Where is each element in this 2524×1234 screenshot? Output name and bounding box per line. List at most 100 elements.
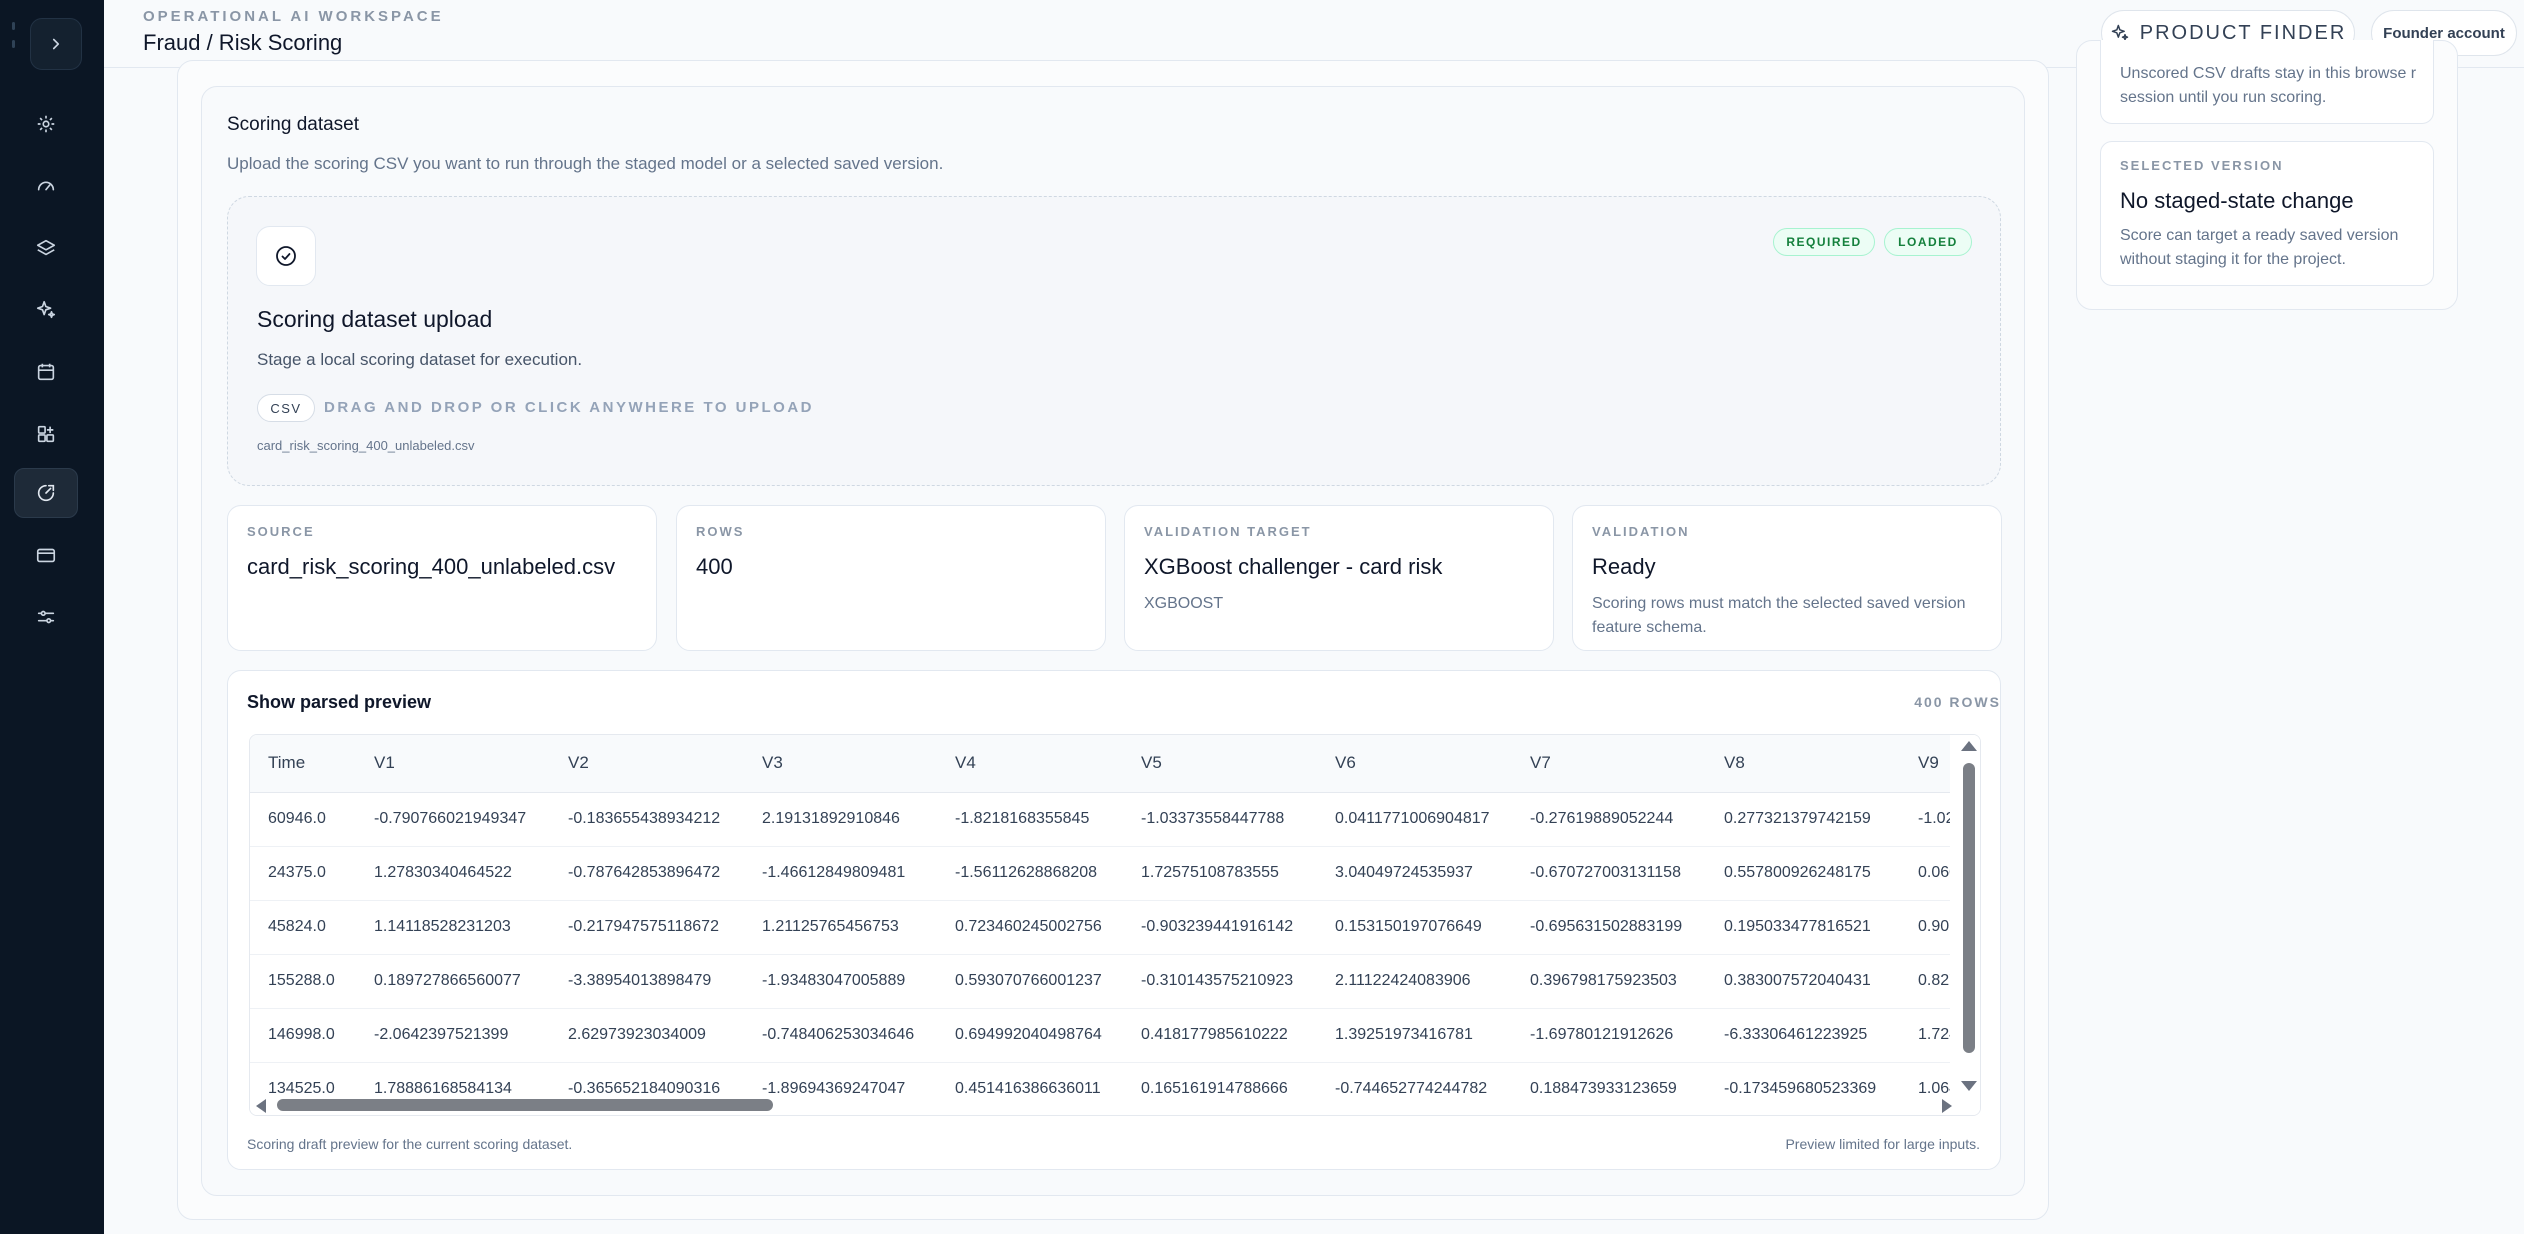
drop-hint[interactable]: DRAG AND DROP OR CLICK ANYWHERE TO UPLOA… (324, 399, 814, 416)
table-cell: 0.277321379742159 (1724, 810, 1871, 827)
scroll-right-arrow-icon[interactable] (1942, 1099, 1952, 1113)
table-cell: -1.69780121912626 (1530, 1026, 1674, 1043)
table-cell: 0.153150197076649 (1335, 918, 1482, 935)
table-cell: -3.38954013898479 (568, 972, 712, 989)
table-cell: -0.310143575210923 (1141, 972, 1294, 989)
scroll-left-arrow-icon[interactable] (256, 1099, 266, 1113)
table-cell: 155288.0 (268, 972, 335, 989)
stat-card-source: SOURCE card_risk_scoring_400_unlabeled.c… (227, 505, 657, 651)
table-cell: -0.790766021949347 (374, 810, 527, 827)
stat-value: Ready (1592, 554, 1656, 579)
section-description: Upload the scoring CSV you want to run t… (227, 154, 944, 173)
stat-value: card_risk_scoring_400_unlabeled.csv (247, 554, 616, 579)
table-cell: -0.695631502883199 (1530, 918, 1683, 935)
table-cell: 1.14118528231203 (374, 918, 511, 935)
table-row: 24375.0 1.27830340464522 -0.78764285389647… (250, 847, 1980, 901)
chevron-right-icon (52, 38, 60, 50)
table-cell: 0.195033477816521 (1724, 918, 1871, 935)
vertical-scroll-thumb[interactable] (1963, 763, 1975, 1053)
table-cell: 45824.0 (268, 918, 326, 935)
rail-grip (12, 22, 16, 66)
rail-item-settings[interactable] (14, 99, 78, 149)
table-cell: -2.0642397521399 (374, 1026, 509, 1043)
table-cell: 24375.0 (268, 864, 326, 881)
column-header: V1 (374, 753, 395, 772)
table-cell: 0.383007572040431 (1724, 972, 1871, 989)
table-cell: -0.787642853896472 (568, 864, 721, 881)
stat-label: VALIDATION (1592, 524, 1690, 539)
rail-item-controls[interactable] (14, 592, 78, 642)
preview-limit-note: Preview limited for large inputs. (1785, 1136, 1980, 1152)
table-cell: 0.0411771006904817 (1335, 810, 1490, 827)
scroll-down-arrow-icon[interactable] (1961, 1081, 1977, 1091)
table-row: 45824.0 1.14118528231203 -0.21794757511867… (250, 901, 1980, 955)
table-row: 146998.0 -2.0642397521399 2.62973923034009… (250, 1009, 1980, 1063)
rail-item-layers[interactable] (14, 223, 78, 273)
table-cell: 1.39251973416781 (1335, 1026, 1473, 1043)
column-header: V3 (762, 753, 783, 772)
column-header: V4 (955, 753, 976, 772)
horizontal-scroll-thumb[interactable] (277, 1099, 773, 1111)
table-cell: 0.694992040498764 (955, 1026, 1102, 1043)
selected-version-label: SELECTED VERSION (2120, 158, 2284, 173)
stat-card-validation: VALIDATION Ready Scoring rows must match… (1572, 505, 2002, 651)
upload-dropzone[interactable] (227, 196, 2001, 486)
table-cell: -1.46612849809481 (762, 864, 906, 881)
rail-item-ai[interactable] (14, 285, 78, 335)
upload-description: Stage a local scoring dataset for execut… (257, 350, 583, 369)
stat-card-validation-target: VALIDATION TARGET XGBoost challenger - c… (1124, 505, 1554, 651)
table-cell: 2.19131892910846 (762, 810, 900, 827)
preview-table[interactable]: Time V1 V2 V3 V4 V5 V6 V7 V8 V9 60946.0 -0.7907660… (249, 734, 1981, 1116)
upload-status-icon-box (256, 226, 316, 286)
table-cell: -1.93483047005889 (762, 972, 906, 989)
table-cell: -1.8218168355845 (955, 810, 1090, 827)
check-circle-icon (276, 246, 296, 266)
table-cell: 60946.0 (268, 810, 326, 827)
table-cell: -0.748406253034646 (762, 1026, 915, 1043)
table-cell: -1.03373558447788 (1141, 810, 1285, 827)
table-cell: 1.27830340464522 (374, 864, 512, 881)
rail-item-calendar[interactable] (14, 347, 78, 397)
table-cell: 146998.0 (268, 1026, 335, 1043)
table-cell: -6.33306461223925 (1724, 1026, 1868, 1043)
left-rail (0, 0, 104, 1234)
draft-note-text: Unscored CSV drafts stay in this browse … (2120, 65, 2417, 106)
stat-subtext: Scoring rows must match the selected sav… (1592, 595, 1966, 636)
table-cell: -0.27619889052244 (1530, 810, 1674, 827)
layers-icon (36, 239, 56, 256)
table-cell: -0.183655438934212 (568, 810, 721, 827)
selected-version-value: No staged-state change (2120, 188, 2354, 213)
rail-item-apps[interactable] (14, 409, 78, 459)
table-cell: 1.72575108783555 (1141, 864, 1279, 881)
sliders-icon (37, 610, 55, 624)
uploaded-filename: card_risk_scoring_400_unlabeled.csv (257, 438, 475, 453)
rail-expand-button[interactable] (30, 18, 82, 70)
column-header: Time (268, 753, 306, 772)
section-title: Scoring dataset (227, 114, 360, 135)
rail-item-dashboard[interactable] (14, 161, 78, 211)
rail-item-billing[interactable] (14, 530, 78, 580)
stat-card-rows: ROWS 400 (676, 505, 1106, 651)
column-header: V9 (1918, 753, 1939, 772)
risk-scoring-icon (37, 484, 55, 502)
workspace-eyebrow: OPERATIONAL AI WORKSPACE (143, 8, 444, 25)
required-badge: REQUIRED (1773, 228, 1875, 256)
selected-version-card: SELECTED VERSION No staged-state change … (2100, 141, 2434, 286)
table-cell: 2.11122424083906 (1335, 972, 1471, 989)
stat-value: XGBoost challenger - card risk (1144, 554, 1443, 579)
stat-label: SOURCE (247, 524, 315, 539)
table-cell: 2.62973923034009 (568, 1026, 706, 1043)
column-header: V8 (1724, 753, 1745, 772)
table-cell: 1.21125765456753 (762, 918, 899, 935)
preview-row-count: 400 ROWS (1914, 694, 2001, 710)
scroll-up-arrow-icon[interactable] (1961, 741, 1977, 751)
table-row: 155288.0 0.189727866560077 -3.389540138984… (250, 955, 1980, 1009)
column-header: V5 (1141, 753, 1162, 772)
gear-icon (37, 115, 55, 133)
csv-format-chip: CSV (257, 394, 315, 422)
rail-item-risk-scoring[interactable] (14, 468, 78, 518)
page-title: Fraud / Risk Scoring (143, 30, 343, 55)
sparkle-icon (36, 300, 56, 319)
loaded-badge: LOADED (1884, 228, 1972, 256)
show-parsed-preview-toggle[interactable]: Show parsed preview (247, 692, 431, 713)
